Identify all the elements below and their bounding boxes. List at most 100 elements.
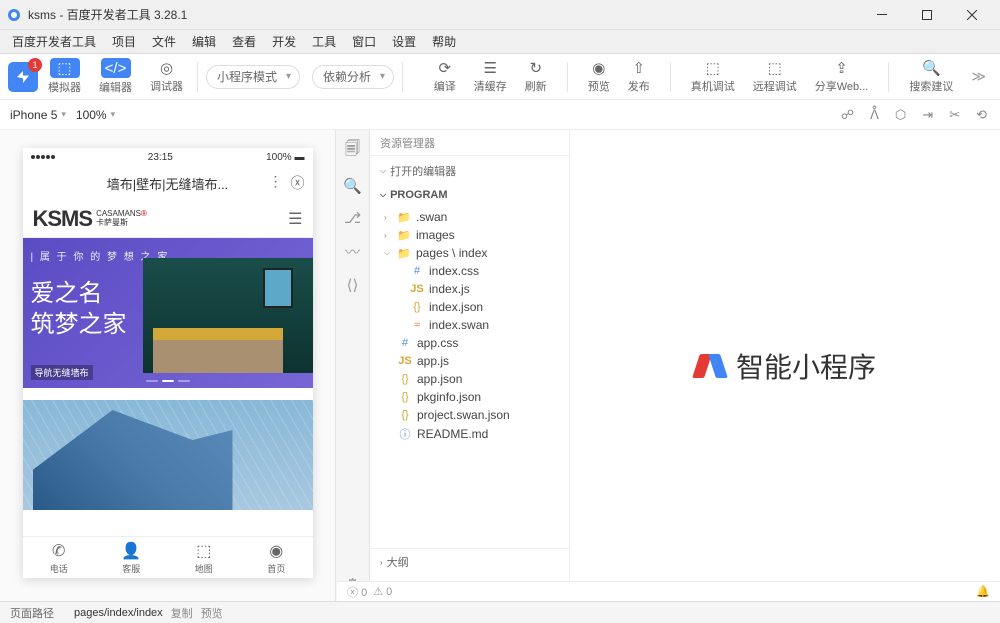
cube-icon[interactable]: ⬡: [892, 107, 909, 123]
phone-statusbar: 23:15 100% ▬: [23, 148, 313, 166]
zoom-select[interactable]: 100%: [76, 108, 115, 122]
brand-logo-icon: [694, 350, 726, 382]
debugger-button[interactable]: ◎ 调试器: [144, 57, 189, 96]
menu-edit[interactable]: 编辑: [184, 30, 224, 53]
home-icon: ◉: [269, 541, 283, 561]
compile-icon: ⟳: [434, 59, 456, 77]
menu-devtools[interactable]: 百度开发者工具: [4, 30, 104, 53]
search-icon: 🔍: [920, 59, 942, 77]
file-project-swan-json[interactable]: {}project.swan.json: [370, 406, 569, 424]
menu-settings[interactable]: 设置: [384, 30, 424, 53]
map-icon: ⬚: [196, 541, 211, 561]
publish-button[interactable]: ⇧发布: [622, 57, 656, 96]
service-icon: 👤: [121, 541, 141, 561]
menu-file[interactable]: 文件: [144, 30, 184, 53]
simulator-icon: ⬚: [50, 58, 80, 78]
maximize-button[interactable]: [904, 0, 949, 30]
preview-icon: ◉: [588, 59, 610, 77]
file-index-swan[interactable]: ≈index.swan: [370, 316, 569, 334]
publish-icon: ⇧: [628, 59, 650, 77]
open-editors-section[interactable]: ⌵打开的编辑器: [370, 160, 569, 182]
editor-panel: 智能小程序: [570, 130, 1000, 601]
toolbar-more-button[interactable]: ≫: [965, 68, 992, 85]
remote-debug2-button[interactable]: ⬚远程调试: [747, 57, 803, 96]
title-bar: ksms - 百度开发者工具 3.28.1: [0, 0, 1000, 30]
carousel-dots[interactable]: [146, 380, 190, 382]
compile-button[interactable]: ⟳编译: [428, 57, 462, 96]
device-select[interactable]: iPhone 5: [10, 108, 66, 122]
simulator-button[interactable]: ⬚ 模拟器: [42, 56, 87, 97]
outline-section[interactable]: ›大纲: [370, 549, 569, 575]
git-icon[interactable]: ⎇: [344, 209, 361, 227]
preview-button[interactable]: ◉预览: [582, 57, 616, 96]
activity-bar: 🗐 🔍 ⎇ 〰 ⟨⟩ ⚙: [336, 130, 370, 601]
preview-link[interactable]: 预览: [201, 605, 223, 621]
clear-cache-button[interactable]: ☰清缓存: [468, 57, 513, 96]
phone-simulator[interactable]: 23:15 100% ▬ 墙布|壁布|无缝墙布... ⋮ ⓧ KSMS CASA…: [23, 148, 313, 578]
link-icon[interactable]: ☍: [838, 107, 857, 123]
menu-project[interactable]: 项目: [104, 30, 144, 53]
phone-building-image: [23, 400, 313, 510]
clear-cache-icon: ☰: [479, 59, 501, 77]
search-sidebar-icon[interactable]: 🔍: [343, 177, 362, 195]
file-images[interactable]: ›📁images: [370, 226, 569, 244]
tab-home[interactable]: ◉首页: [240, 537, 313, 578]
phone-time: 23:15: [148, 152, 173, 163]
file-index-js[interactable]: JSindex.js: [370, 280, 569, 298]
code-icon[interactable]: ⟨⟩: [347, 276, 359, 294]
file-index-css[interactable]: #index.css: [370, 262, 569, 280]
phone-title-bar: 墙布|壁布|无缝墙布... ⋮ ⓧ: [23, 166, 313, 200]
phone-tabbar: ✆电话 👤客服 ⬚地图 ◉首页: [23, 536, 313, 578]
file-app-json[interactable]: {}app.json: [370, 370, 569, 388]
phone-page-title: 墙布|壁布|无缝墙布...: [107, 174, 229, 193]
search-suggest-button[interactable]: 🔍搜索建议: [903, 57, 959, 96]
file-app-css[interactable]: #app.css: [370, 334, 569, 352]
phone-icon: ✆: [52, 541, 65, 561]
menu-window[interactable]: 窗口: [344, 30, 384, 53]
file-pages---index[interactable]: ⌵📁pages \ index: [370, 244, 569, 262]
rotate-icon[interactable]: ⟲: [973, 107, 990, 123]
menu-help[interactable]: 帮助: [424, 30, 464, 53]
phone-hero-banner[interactable]: | 属 于 你 的 梦 想 之 家 爱之名筑梦之家 导航无缝墙布: [23, 238, 313, 388]
refresh-button[interactable]: ↻刷新: [519, 57, 553, 96]
dependency-dropdown[interactable]: 依赖分析: [312, 65, 394, 89]
error-count[interactable]: ⓧ 0: [347, 584, 367, 600]
perf-icon[interactable]: 〰: [345, 241, 360, 262]
simulator-subbar: iPhone 5 100% ☍ ᐰ ⬡ ⇥ ✂ ⟲: [0, 100, 1000, 130]
phone-more-icon[interactable]: ⋮: [269, 173, 283, 193]
tab-map[interactable]: ⬚地图: [168, 537, 241, 578]
file-app-js[interactable]: JSapp.js: [370, 352, 569, 370]
tab-service[interactable]: 👤客服: [95, 537, 168, 578]
enter-icon[interactable]: ⇥: [919, 107, 936, 123]
menu-view[interactable]: 查看: [224, 30, 264, 53]
phone-close-icon[interactable]: ⓧ: [291, 173, 305, 193]
editor-icon: </>: [101, 58, 131, 78]
file--swan[interactable]: ›📁.swan: [370, 208, 569, 226]
toolbar-logo[interactable]: 1: [8, 62, 38, 92]
close-button[interactable]: [949, 0, 994, 30]
cut-icon[interactable]: ✂: [946, 107, 963, 123]
hamburger-icon[interactable]: ☰: [288, 209, 302, 229]
warning-count[interactable]: ⚠ 0: [373, 585, 392, 598]
refresh-icon: ↻: [525, 59, 547, 77]
file-index-json[interactable]: {}index.json: [370, 298, 569, 316]
bell-icon[interactable]: 🔔: [976, 585, 990, 598]
user-icon[interactable]: ᐰ: [867, 107, 882, 123]
brand-text: 智能小程序: [736, 346, 876, 386]
update-badge: 1: [28, 58, 42, 72]
file-README-md[interactable]: ⓘREADME.md: [370, 424, 569, 444]
explorer-icon[interactable]: 🗐: [345, 138, 360, 163]
menu-develop[interactable]: 开发: [264, 30, 304, 53]
tab-phone[interactable]: ✆电话: [23, 537, 96, 578]
editor-button[interactable]: </> 编辑器: [93, 56, 138, 97]
phone-header: KSMS CASAMANS® 卡萨曼斯 ☰: [23, 200, 313, 238]
share-button[interactable]: ⇪分享Web...: [809, 57, 875, 96]
menu-tools[interactable]: 工具: [304, 30, 344, 53]
file-pkginfo-json[interactable]: {}pkginfo.json: [370, 388, 569, 406]
copy-link[interactable]: 复制: [171, 605, 193, 621]
page-path-value: pages/index/index: [74, 607, 163, 619]
minimize-button[interactable]: [859, 0, 904, 30]
remote-debug-button[interactable]: ⬚真机调试: [685, 57, 741, 96]
program-section[interactable]: ⌵PROGRAM: [370, 186, 569, 204]
mode-dropdown[interactable]: 小程序模式: [206, 65, 300, 89]
